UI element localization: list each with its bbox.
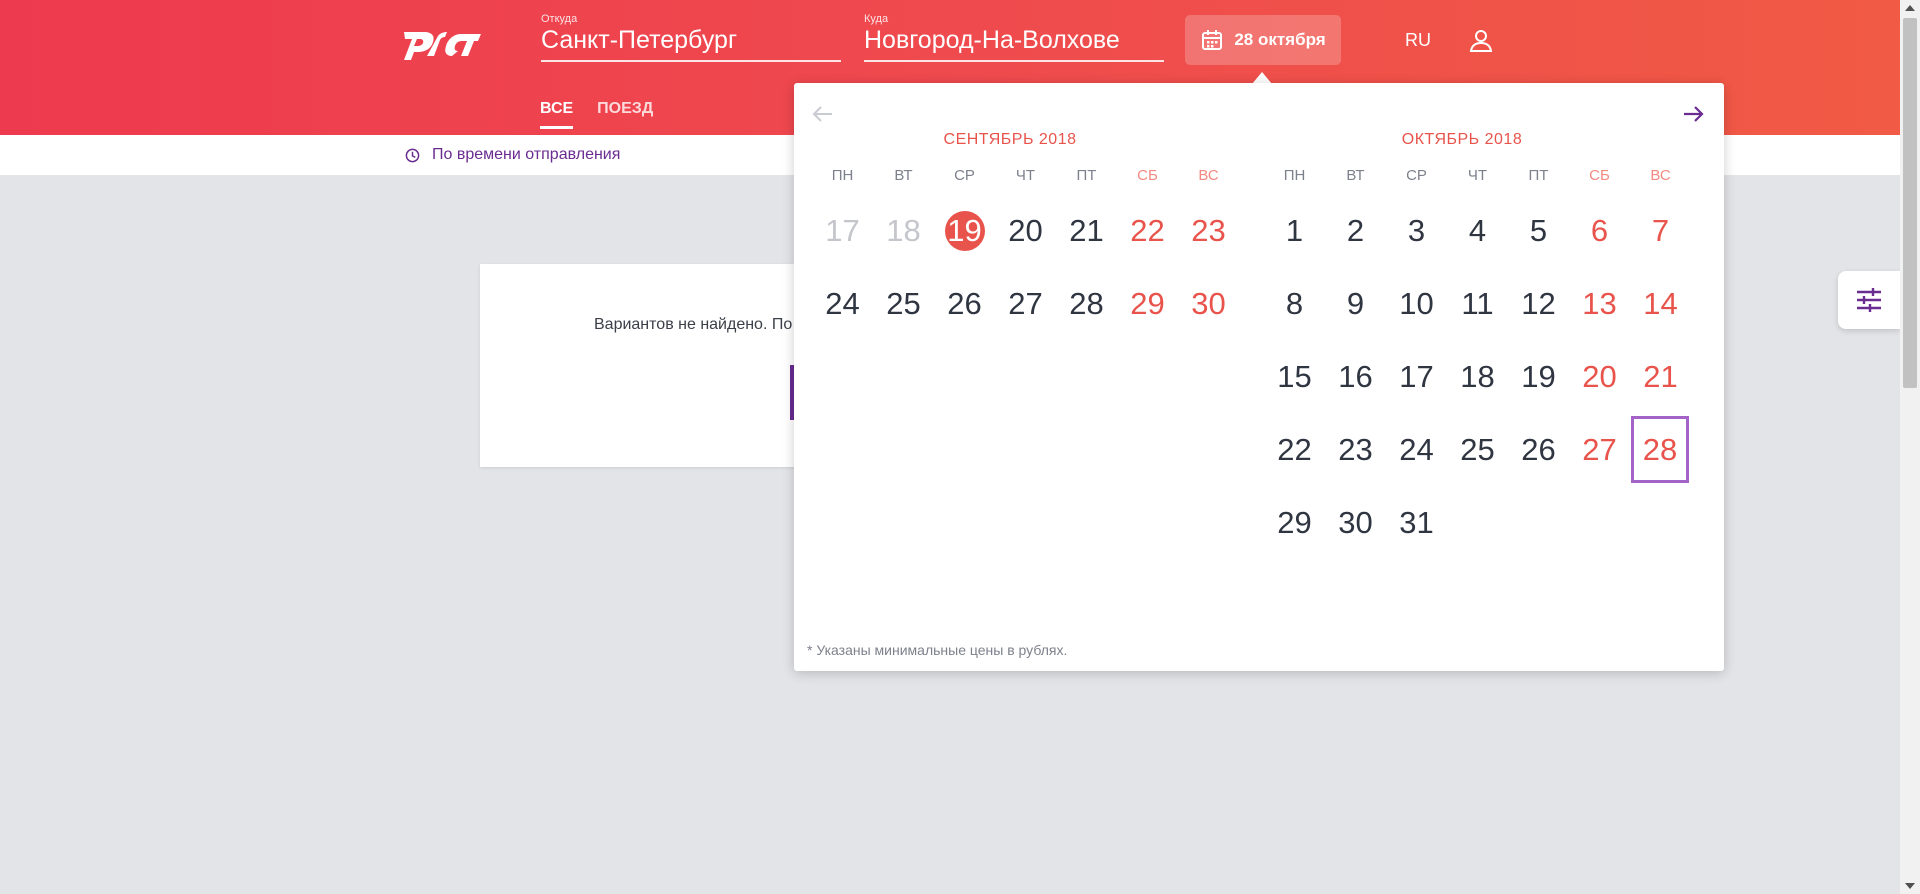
weekday-label: ПТ — [1076, 167, 1097, 184]
day-cell[interactable]: 7 — [1630, 194, 1691, 267]
day-cell[interactable]: 17 — [1386, 340, 1447, 413]
day-cell[interactable]: 30 — [1325, 486, 1386, 559]
day-cell: 18 — [886, 212, 921, 248]
weekday-label: ПН — [831, 167, 854, 184]
month-october: ОКТЯБРЬ 2018 ПН ВТ СР ЧТ ПТ СБ ВС 1 2 3 4 5 6 7 8 9 10 1… — [1246, 131, 1689, 559]
weekday-label: ПТ — [1528, 167, 1549, 184]
scroll-thumb[interactable] — [1903, 18, 1917, 388]
language-switch[interactable]: RU — [1405, 30, 1431, 51]
month-title: ОКТЯБРЬ 2018 — [1401, 131, 1523, 148]
weekday-label: ЧТ — [1015, 167, 1036, 184]
date-button[interactable]: 28 октября — [1185, 15, 1341, 65]
clock-icon — [405, 148, 420, 162]
day-cell[interactable]: 1 — [1264, 194, 1325, 267]
day-cell[interactable]: 26 — [934, 267, 995, 340]
day-cell[interactable]: 2 — [1325, 194, 1386, 267]
user-icon[interactable] — [1468, 28, 1494, 54]
weekday-label: ВС — [1650, 167, 1671, 184]
day-cell: 17 — [825, 212, 860, 248]
day-cell[interactable]: 29 — [1117, 267, 1178, 340]
day-cell[interactable]: 14 — [1630, 267, 1691, 340]
prev-month-arrow-icon[interactable] — [808, 99, 838, 129]
tab-all[interactable]: ВСЕ — [540, 100, 574, 129]
sort-label: По времени отправления — [432, 146, 621, 163]
day-cell[interactable]: 4 — [1447, 194, 1508, 267]
day-cell[interactable]: 22 — [1264, 413, 1325, 486]
weekday-label: СР — [1406, 167, 1427, 184]
day-cell[interactable]: 21 — [1630, 340, 1691, 413]
day-cell[interactable]: 27 — [995, 267, 1056, 340]
day-cell[interactable]: 29 — [1264, 486, 1325, 559]
date-picker: СЕНТЯБРЬ 2018 ПН ВТ СР ЧТ ПТ СБ ВС 17 18 19 20 21 2… — [794, 83, 1724, 671]
today-day-cell[interactable]: 19 — [934, 194, 995, 267]
weekday-row: ПН ВТ СР ЧТ ПТ СБ ВС — [812, 167, 1226, 184]
tab-train[interactable]: ПОЕЗД — [597, 100, 653, 129]
weekday-label: ВТ — [1346, 167, 1365, 184]
to-label: Куда — [864, 13, 889, 25]
calendar-icon — [1202, 30, 1223, 50]
day-cell[interactable]: 25 — [1447, 413, 1508, 486]
day-cell[interactable]: 28 — [1056, 267, 1117, 340]
day-cell[interactable]: 5 — [1508, 194, 1569, 267]
day-cell[interactable]: 24 — [1386, 413, 1447, 486]
page-scrollbar[interactable] — [1900, 0, 1920, 894]
date-button-label: 28 октября — [1234, 30, 1326, 49]
rzd-logo[interactable] — [402, 18, 482, 62]
day-cell[interactable]: 3 — [1386, 194, 1447, 267]
weekday-label: ВС — [1198, 167, 1219, 184]
day-cell[interactable]: 20 — [1569, 340, 1630, 413]
month-september: СЕНТЯБРЬ 2018 ПН ВТ СР ЧТ ПТ СБ ВС 17 18 19 20 21 2… — [794, 131, 1226, 340]
transport-tabs: ВСЕ ПОЕЗД — [540, 100, 653, 129]
day-cell[interactable]: 27 — [1569, 413, 1630, 486]
day-cell[interactable]: 23 — [1325, 413, 1386, 486]
day-cell[interactable]: 19 — [1508, 340, 1569, 413]
next-month-arrow-icon[interactable] — [1678, 99, 1708, 129]
weekday-label: ЧТ — [1467, 167, 1488, 184]
weekday-label: ВТ — [894, 167, 913, 184]
day-cell[interactable]: 10 — [1386, 267, 1447, 340]
day-grid: 1 2 3 4 5 6 7 8 9 10 11 12 13 14 15 16 17 18 19 20 21 22 23 24 2… — [1264, 194, 1689, 559]
to-field[interactable]: Куда Новгород-На-Волхове — [864, 12, 1164, 62]
sort-by-departure[interactable]: По времени отправления — [405, 146, 620, 164]
scroll-down-arrow-icon[interactable] — [1905, 883, 1915, 889]
selected-day-cell[interactable]: 28 — [1631, 416, 1689, 483]
filter-button[interactable] — [1838, 271, 1900, 329]
day-cell[interactable]: 6 — [1569, 194, 1630, 267]
day-cell[interactable]: 25 — [873, 267, 934, 340]
day-cell[interactable]: 20 — [995, 194, 1056, 267]
weekday-label: СБ — [1137, 167, 1158, 184]
from-field[interactable]: Откуда Санкт-Петербург — [541, 12, 841, 62]
to-input[interactable]: Новгород-На-Волхове — [864, 26, 1120, 55]
day-cell[interactable]: 16 — [1325, 340, 1386, 413]
day-cell[interactable]: 26 — [1508, 413, 1569, 486]
day-cell[interactable]: 12 — [1508, 267, 1569, 340]
day-cell[interactable]: 22 — [1117, 194, 1178, 267]
day-cell[interactable]: 9 — [1325, 267, 1386, 340]
day-cell[interactable]: 15 — [1264, 340, 1325, 413]
scroll-up-arrow-icon[interactable] — [1905, 5, 1915, 11]
weekday-label: СБ — [1589, 167, 1610, 184]
day-cell[interactable]: 21 — [1056, 194, 1117, 267]
month-title: СЕНТЯБРЬ 2018 — [943, 131, 1077, 148]
day-cell[interactable]: 30 — [1178, 267, 1239, 340]
weekday-label: ПН — [1283, 167, 1306, 184]
day-grid: 17 18 19 20 21 22 23 24 25 26 27 28 29 30 — [812, 194, 1226, 340]
from-input[interactable]: Санкт-Петербург — [541, 26, 737, 55]
day-cell[interactable]: 24 — [812, 267, 873, 340]
day-cell[interactable]: 11 — [1447, 267, 1508, 340]
day-cell[interactable]: 31 — [1386, 486, 1447, 559]
day-cell[interactable]: 8 — [1264, 267, 1325, 340]
no-results-message: Вариантов не найдено. По — [594, 316, 793, 333]
weekday-row: ПН ВТ СР ЧТ ПТ СБ ВС — [1264, 167, 1678, 184]
price-note: * Указаны минимальные цены в рублях. — [807, 642, 1068, 658]
day-cell[interactable]: 13 — [1569, 267, 1630, 340]
weekday-label: СР — [954, 167, 975, 184]
filter-sliders-icon — [1857, 288, 1881, 312]
day-cell[interactable]: 23 — [1178, 194, 1239, 267]
day-cell[interactable]: 18 — [1447, 340, 1508, 413]
from-label: Откуда — [541, 13, 578, 25]
